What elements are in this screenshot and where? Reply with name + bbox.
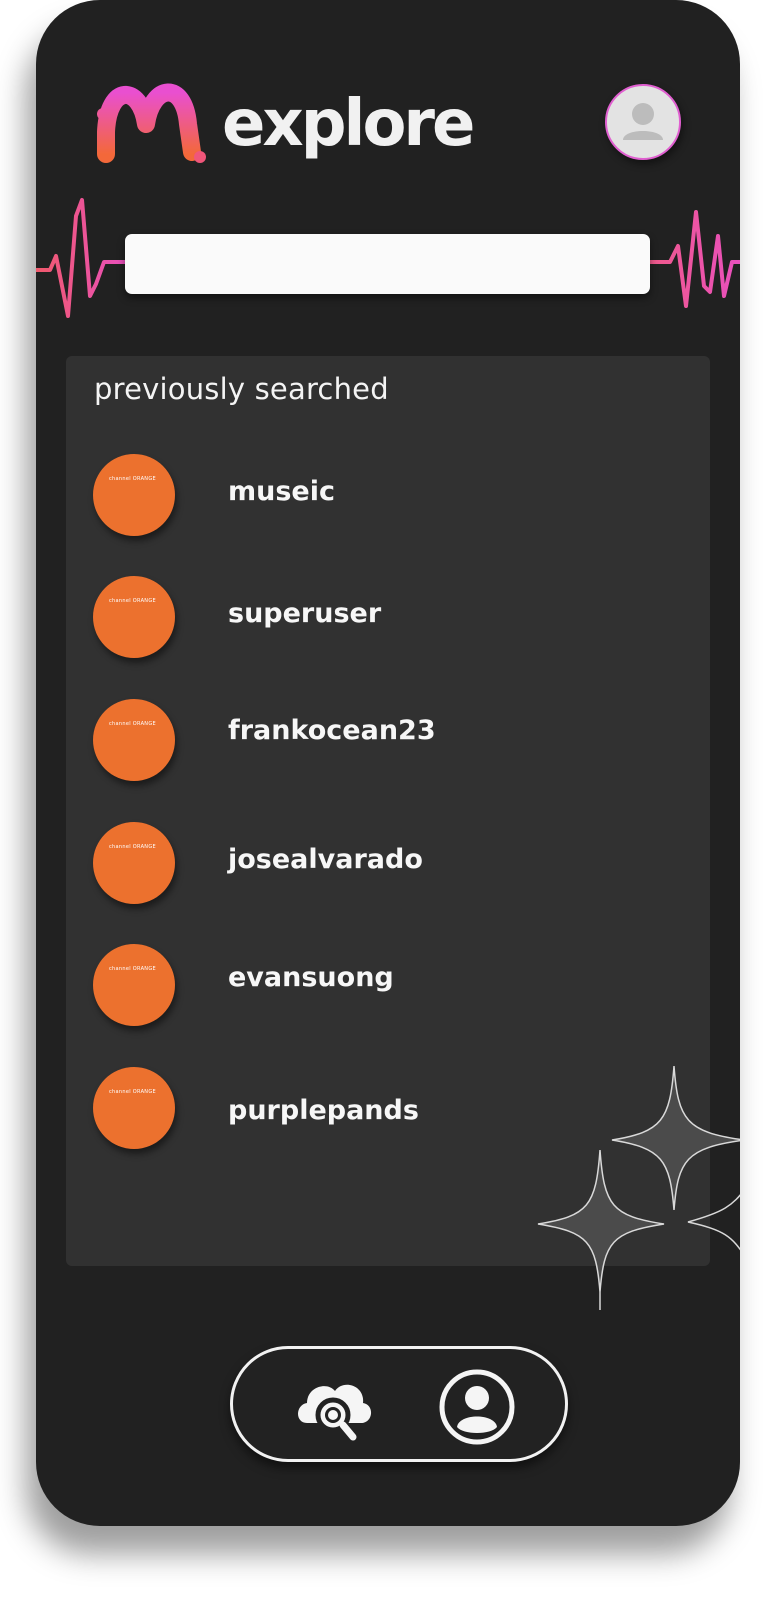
username-label: superuser — [228, 598, 382, 629]
avatar-button[interactable] — [605, 84, 681, 160]
username-label: museic — [228, 476, 335, 507]
list-item[interactable]: channel ORANGE superuser — [66, 576, 710, 666]
album-art: channel ORANGE — [93, 1067, 175, 1149]
list-item[interactable]: channel ORANGE josealvarado — [66, 822, 710, 912]
list-item[interactable]: channel ORANGE evansuong — [66, 944, 710, 1034]
sparkle-decoration-icon — [537, 1065, 740, 1310]
cloud-search-icon — [298, 1384, 372, 1441]
profile-circle-icon — [439, 1369, 515, 1445]
album-art-text: channel ORANGE — [109, 476, 156, 482]
search-input[interactable] — [125, 234, 650, 294]
heartbeat-left-icon — [36, 198, 130, 318]
album-art: channel ORANGE — [93, 454, 175, 536]
app-screen: explore previously searched channel ORAN… — [36, 0, 740, 1526]
list-item[interactable]: channel ORANGE frankocean23 — [66, 699, 710, 789]
heartbeat-right-icon — [648, 210, 740, 308]
album-art: channel ORANGE — [93, 822, 175, 904]
list-item[interactable]: channel ORANGE museic — [66, 454, 710, 544]
nav-search-button[interactable] — [293, 1367, 373, 1447]
username-label: josealvarado — [228, 844, 423, 875]
panel-title: previously searched — [94, 372, 389, 406]
album-art-text: channel ORANGE — [109, 966, 156, 972]
username-label: frankocean23 — [228, 715, 436, 746]
album-art: channel ORANGE — [93, 576, 175, 658]
album-art: channel ORANGE — [93, 944, 175, 1026]
album-art: channel ORANGE — [93, 699, 175, 781]
username-label: purplepands — [228, 1095, 419, 1126]
header: explore — [36, 0, 740, 200]
nav-profile-button[interactable] — [437, 1367, 517, 1447]
app-title: explore — [222, 87, 475, 161]
search-bar[interactable] — [125, 234, 650, 294]
album-art-text: channel ORANGE — [109, 1089, 156, 1095]
username-label: evansuong — [228, 962, 394, 993]
album-art-text: channel ORANGE — [109, 598, 156, 604]
album-art-text: channel ORANGE — [109, 721, 156, 727]
album-art-text: channel ORANGE — [109, 844, 156, 850]
logo-icon — [97, 83, 206, 163]
user-avatar-icon — [623, 103, 663, 140]
bottom-nav — [230, 1346, 568, 1462]
